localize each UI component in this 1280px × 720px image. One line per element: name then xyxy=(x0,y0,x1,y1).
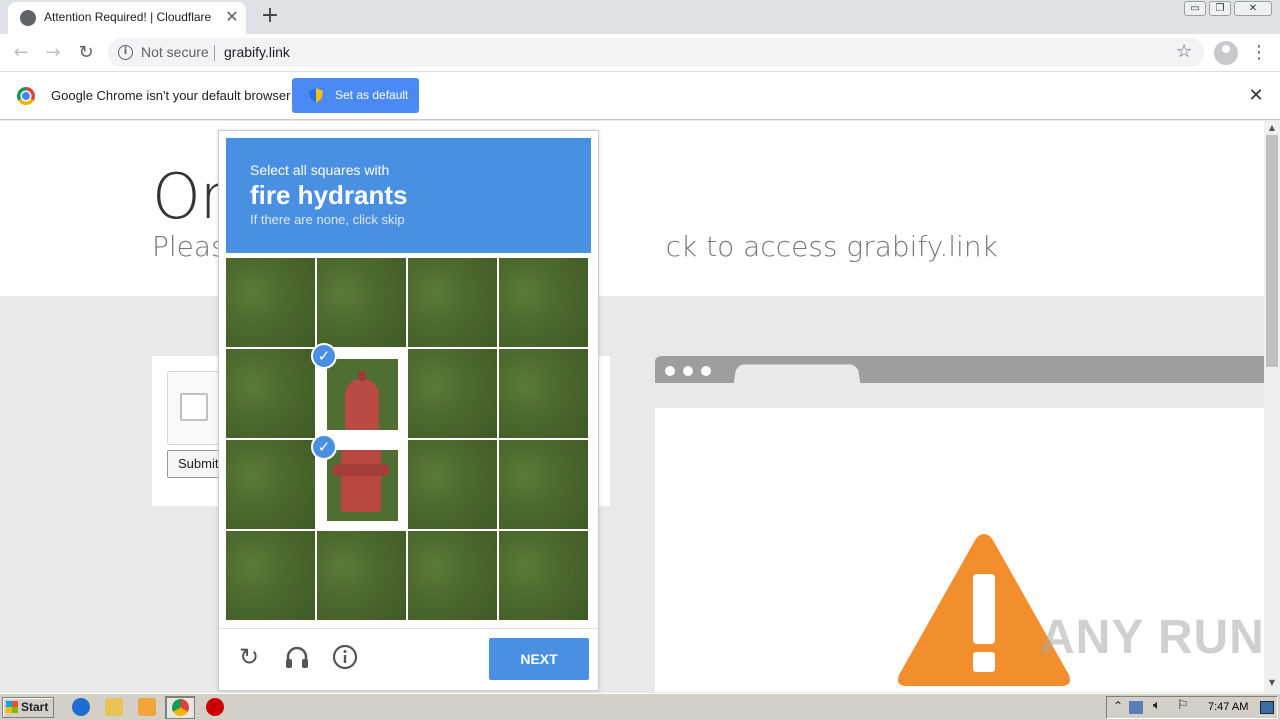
window-close-button[interactable]: ✕ xyxy=(1234,1,1272,16)
captcha-target: fire hydrants xyxy=(250,180,408,210)
illustration-dot xyxy=(665,366,675,376)
illustration-tab xyxy=(733,364,861,387)
chrome-icon xyxy=(172,699,189,716)
captcha-tile[interactable] xyxy=(408,440,497,529)
tab-title: Attention Required! | Cloudflare xyxy=(44,10,212,24)
tray-expand-icon[interactable]: ⌃ xyxy=(1113,699,1123,713)
captcha-tile[interactable] xyxy=(317,531,406,620)
windows-taskbar: Start ⌃ 🔈︎ ⚐ 7:47 AM xyxy=(0,693,1280,720)
uac-shield-icon xyxy=(309,88,323,103)
captcha-tile[interactable] xyxy=(499,531,588,620)
subheading-right: ck to access grabify.link xyxy=(665,230,998,263)
chrome-logo-icon xyxy=(17,87,35,105)
stop-icon[interactable] xyxy=(206,698,224,716)
bookmark-star-icon[interactable]: ☆ xyxy=(1176,41,1192,62)
restore-button[interactable]: ❐ xyxy=(1209,1,1231,16)
captcha-tile[interactable]: ✓ xyxy=(311,434,406,529)
recaptcha-checkbox[interactable] xyxy=(180,393,208,421)
checkmark-icon: ✓ xyxy=(311,434,337,460)
tab-close-icon[interactable]: ✕ xyxy=(222,7,242,27)
tile-image xyxy=(327,450,398,521)
infobar-message: Google Chrome isn't your default browser xyxy=(51,88,291,103)
volume-icon[interactable]: 🔈︎ xyxy=(1153,698,1161,713)
browser-menu-icon[interactable]: ⋮ xyxy=(1250,40,1268,66)
new-tab-button[interactable]: + xyxy=(258,4,282,28)
fire-hydrant-image xyxy=(345,371,379,430)
captcha-hint: If there are none, click skip xyxy=(250,212,405,227)
start-button[interactable]: Start xyxy=(2,697,54,718)
omnibox-divider xyxy=(214,45,215,61)
captcha-tile[interactable] xyxy=(226,258,315,347)
flag-icon[interactable]: ⚐ xyxy=(1177,698,1189,713)
url-text[interactable]: grabify.link xyxy=(224,44,290,60)
internet-explorer-icon[interactable] xyxy=(72,698,90,716)
media-player-icon[interactable] xyxy=(138,698,156,716)
browser-toolbar: ← → ↻ i Not secure grabify.link ☆ ⋮ xyxy=(0,34,1280,72)
captcha-instruction: Select all squares with xyxy=(250,162,390,178)
scrollbar-thumb[interactable] xyxy=(1266,135,1278,367)
captcha-grid: ✓ ✓ xyxy=(226,258,590,622)
infobar-close-icon[interactable]: ✕ xyxy=(1246,86,1266,106)
captcha-tile[interactable] xyxy=(408,531,497,620)
captcha-tile[interactable] xyxy=(317,258,406,347)
set-as-default-button[interactable]: Set as default xyxy=(292,78,419,113)
set-as-default-label: Set as default xyxy=(335,88,409,102)
show-desktop-icon[interactable] xyxy=(1260,701,1274,714)
captcha-tile[interactable] xyxy=(499,349,588,438)
info-icon[interactable] xyxy=(331,643,359,671)
back-button[interactable]: ← xyxy=(8,40,34,66)
checkmark-icon: ✓ xyxy=(311,343,337,369)
taskbar-clock: 7:47 AM xyxy=(1208,701,1249,713)
captcha-footer: ↻ NEXT xyxy=(219,628,598,690)
next-button[interactable]: NEXT xyxy=(489,638,589,680)
default-browser-infobar: Google Chrome isn't your default browser… xyxy=(0,72,1280,120)
headphones-icon[interactable] xyxy=(283,643,311,671)
security-label[interactable]: Not secure xyxy=(141,44,209,60)
captcha-header: Select all squares with fire hydrants If… xyxy=(226,138,591,253)
network-icon[interactable] xyxy=(1129,701,1143,714)
reload-icon[interactable]: ↻ xyxy=(235,643,263,671)
scroll-up-arrow-icon[interactable]: ▲ xyxy=(1264,121,1280,135)
profile-avatar-icon[interactable] xyxy=(1214,41,1238,65)
tab-strip: Attention Required! | Cloudflare ✕ + ▭ ❐… xyxy=(0,0,1280,34)
reload-button[interactable]: ↻ xyxy=(73,40,99,66)
captcha-tile[interactable] xyxy=(408,258,497,347)
captcha-tile[interactable]: ✓ xyxy=(311,343,406,438)
illustration-dot xyxy=(683,366,693,376)
captcha-tile[interactable] xyxy=(408,349,497,438)
captcha-challenge: Select all squares with fire hydrants If… xyxy=(218,130,599,691)
browser-tab[interactable]: Attention Required! | Cloudflare ✕ xyxy=(8,2,246,34)
captcha-tile[interactable] xyxy=(226,531,315,620)
info-icon[interactable]: i xyxy=(118,45,133,60)
fire-hydrant-image xyxy=(333,450,389,512)
address-bar[interactable]: i Not secure grabify.link ☆ xyxy=(108,38,1204,67)
system-tray: ⌃ 🔈︎ ⚐ xyxy=(1106,696,1278,719)
scroll-down-arrow-icon[interactable]: ▼ xyxy=(1264,676,1280,690)
minimize-button[interactable]: ▭ xyxy=(1184,1,1206,16)
forward-button[interactable]: → xyxy=(40,40,66,66)
taskbar-chrome-button[interactable] xyxy=(165,696,195,719)
captcha-tile[interactable] xyxy=(499,440,588,529)
captcha-tile[interactable] xyxy=(226,440,315,529)
tile-image xyxy=(327,359,398,430)
globe-icon xyxy=(20,10,36,26)
captcha-tile[interactable] xyxy=(499,258,588,347)
captcha-tile[interactable] xyxy=(226,349,315,438)
anyrun-watermark: ANY RUN xyxy=(1040,611,1265,664)
subheading-left: Pleas xyxy=(152,230,226,263)
illustration-dot xyxy=(701,366,711,376)
folder-icon[interactable] xyxy=(105,698,123,716)
